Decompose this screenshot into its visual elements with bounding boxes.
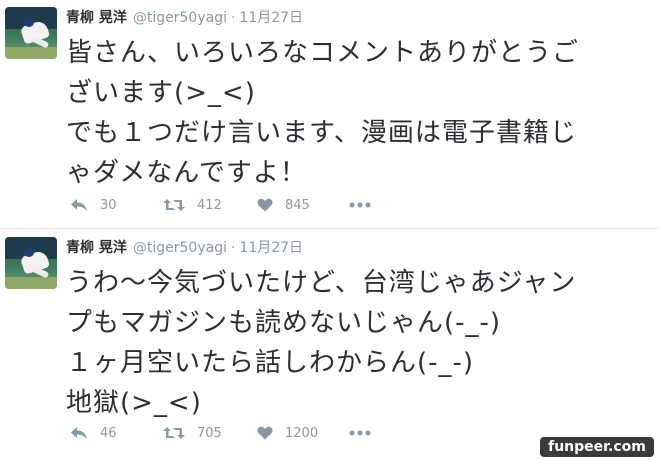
author-name[interactable]: 青柳 晃洋	[66, 240, 127, 256]
more-button[interactable]	[349, 195, 371, 215]
like-count: 845	[285, 197, 310, 213]
tweet-text-line: 皆さん、いろいろなコメントありがとうご	[66, 38, 580, 68]
like-button[interactable]: 845	[257, 195, 310, 215]
reply-icon	[71, 427, 87, 439]
tweet-date[interactable]: 11月27日	[239, 10, 303, 26]
like-button[interactable]: 1200	[257, 423, 318, 443]
retweet-icon	[163, 199, 185, 211]
separator-dot: ·	[230, 10, 236, 26]
retweet-count: 705	[197, 425, 222, 441]
more-icon	[349, 430, 371, 436]
tweet-divider	[0, 228, 660, 229]
retweet-button[interactable]: 705	[163, 423, 222, 443]
retweet-count: 412	[197, 197, 222, 213]
reply-icon	[71, 199, 87, 211]
author-handle[interactable]: @tiger50yagi	[133, 10, 227, 26]
tweet-header: 青柳 晃洋 @tiger50yagi · 11月27日	[66, 8, 303, 28]
tweet-text: 皆さん、いろいろなコメントありがとうご ざいます(>_<) でも１つだけ言います…	[66, 33, 654, 193]
reply-button[interactable]: 46	[70, 423, 117, 443]
tweet-text-line: ざいます(>_<)	[66, 78, 256, 108]
tweet-text-line: でも１つだけ言います、漫画は電子書籍じ	[66, 118, 577, 148]
tweet-text-line: うわ〜今気づいたけど、台湾じゃあジャン	[66, 268, 577, 298]
tweet-text-line: ゃダメなんですよ！	[66, 158, 307, 188]
tweet: 青柳 晃洋 @tiger50yagi · 11月27日 皆さん、いろいろなコメントあり…	[0, 0, 660, 228]
tweet-header: 青柳 晃洋 @tiger50yagi · 11月27日	[66, 238, 303, 258]
retweet-button[interactable]: 412	[163, 195, 222, 215]
tweet-text-line: １ヶ月空いたら話しわからん(-_-)	[66, 348, 475, 378]
like-icon	[257, 198, 273, 212]
reply-count: 30	[100, 197, 117, 213]
separator-dot: ·	[230, 240, 236, 256]
more-button[interactable]	[349, 423, 371, 443]
retweet-icon	[163, 427, 185, 439]
avatar[interactable]	[5, 7, 57, 59]
reply-button[interactable]: 30	[70, 195, 117, 215]
watermark: funpeer.com	[540, 437, 654, 457]
author-handle[interactable]: @tiger50yagi	[133, 240, 227, 256]
reply-count: 46	[100, 425, 117, 441]
like-count: 1200	[285, 425, 319, 441]
tweet-text: うわ〜今気づいたけど、台湾じゃあジャン プもマガジンも読めないじゃん(-_-) …	[66, 263, 654, 423]
more-icon	[349, 202, 371, 208]
tweet: 青柳 晃洋 @tiger50yagi · 11月27日 うわ〜今気づいたけど、台湾じゃ…	[0, 230, 660, 460]
tweet-text-line: 地獄(>_<)	[66, 388, 202, 418]
author-name[interactable]: 青柳 晃洋	[66, 10, 127, 26]
tweet-text-line: プもマガジンも読めないじゃん(-_-)	[66, 308, 502, 338]
like-icon	[257, 426, 273, 440]
avatar[interactable]	[5, 237, 57, 289]
tweet-date[interactable]: 11月27日	[239, 240, 303, 256]
